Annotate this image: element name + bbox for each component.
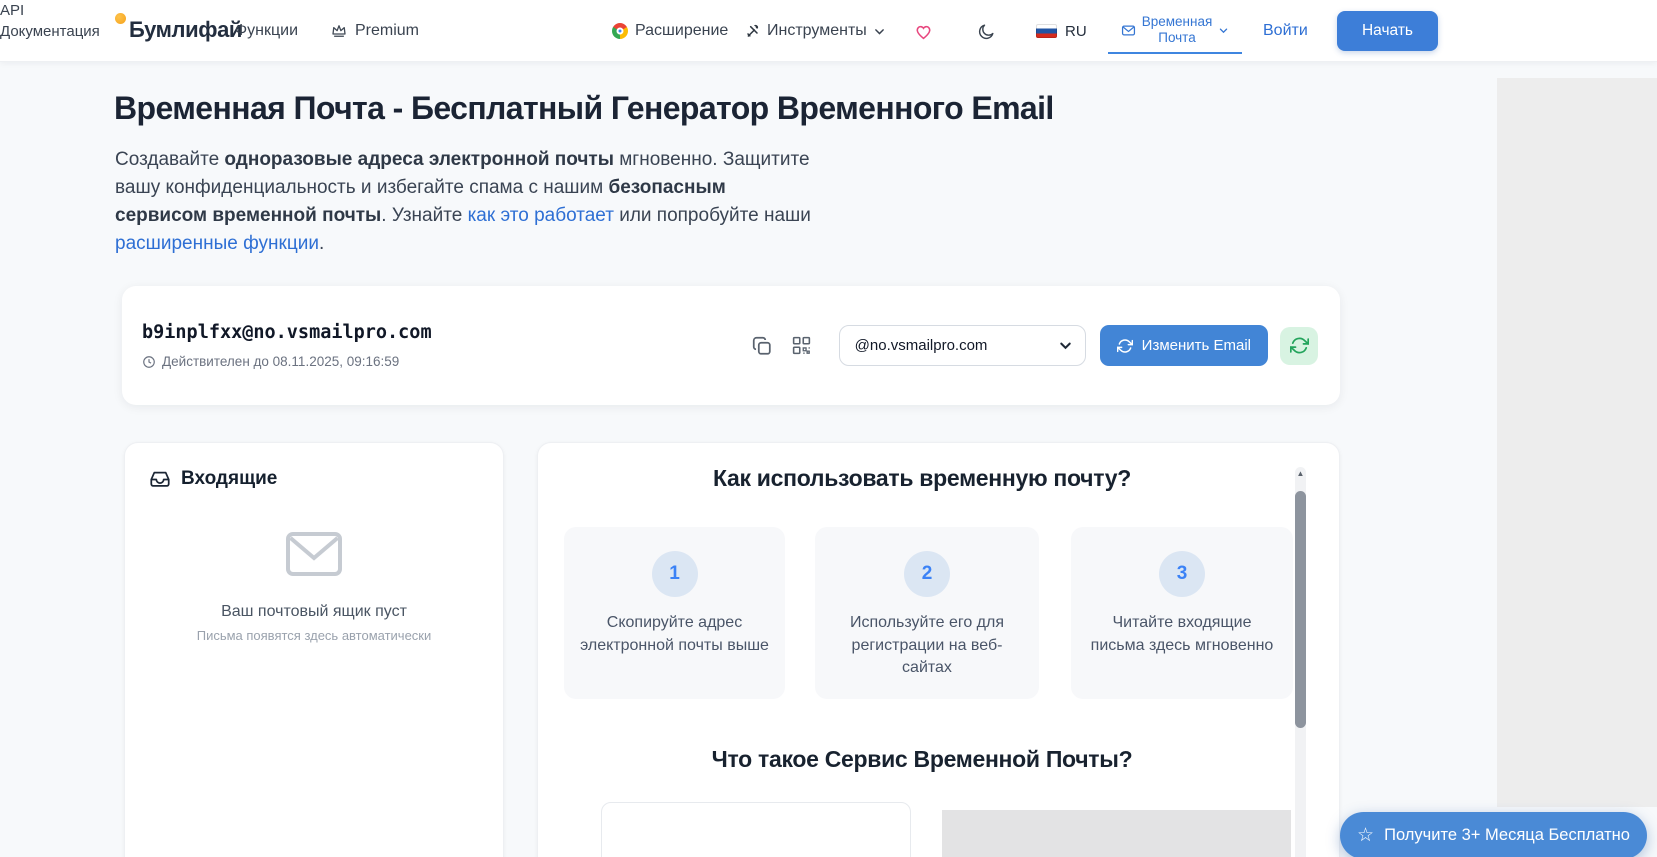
start-button[interactable]: Начать bbox=[1337, 11, 1438, 51]
nav-temp-mail-line1: Временная bbox=[1141, 14, 1213, 29]
brand-logo[interactable]: Бумлифай bbox=[129, 17, 242, 43]
qr-code-icon bbox=[791, 335, 812, 356]
intro-text: мгновенно. Защитите bbox=[613, 149, 810, 170]
navbar: Бумлифай Функции Premium API Документаци… bbox=[0, 0, 1657, 62]
page: Бумлифай Функции Premium API Документаци… bbox=[0, 0, 1657, 857]
inbox-empty-subtitle: Письма появятся здесь автоматически bbox=[196, 628, 432, 643]
email-validity: Действителен до 08.11.2025, 09:16:59 bbox=[142, 354, 749, 369]
about-card bbox=[601, 802, 911, 857]
change-email-button[interactable]: Изменить Email bbox=[1099, 325, 1268, 366]
inbox-card: Входящие Ваш почтовый ящик пуст Письма п… bbox=[124, 442, 504, 857]
step-number-badge: 3 bbox=[1159, 551, 1205, 597]
email-address-card: b9inplfxx@no.vsmailpro.com Действителен … bbox=[122, 286, 1340, 405]
email-validity-label: Действителен до 08.11.2025, 09:16:59 bbox=[162, 354, 400, 369]
how-it-works-link[interactable]: как это работает bbox=[468, 205, 614, 226]
cta-label: Получите 3+ Месяца Бесплатно bbox=[1384, 826, 1630, 844]
clock-icon bbox=[142, 355, 156, 369]
free-months-cta-button[interactable]: ☆ Получите 3+ Месяца Бесплатно bbox=[1340, 812, 1647, 857]
refresh-icon bbox=[1289, 336, 1309, 355]
intro-text: . Узнайте bbox=[381, 205, 468, 226]
heart-icon bbox=[913, 21, 934, 42]
inbox-empty-state: Ваш почтовый ящик пуст Письма появятся з… bbox=[125, 490, 503, 643]
nav-extension[interactable]: Расширение bbox=[612, 0, 728, 62]
chevron-down-icon bbox=[1218, 25, 1229, 36]
nav-tools-label: Инструменты bbox=[767, 22, 867, 39]
nav-tools-menu[interactable]: Инструменты bbox=[745, 0, 886, 62]
step-card-3: 3 Читайте входящие письма здесь мгновенн… bbox=[1071, 527, 1293, 699]
scrollbar-thumb[interactable] bbox=[1295, 491, 1306, 728]
advanced-features-link[interactable]: расширенные функции bbox=[115, 233, 319, 254]
refresh-inbox-button[interactable] bbox=[1280, 326, 1318, 365]
chevron-down-icon bbox=[873, 25, 886, 38]
intro-text: или попробуйте наши bbox=[613, 205, 811, 226]
qr-code-button[interactable] bbox=[789, 333, 815, 359]
nav-premium-label: Premium bbox=[355, 22, 420, 39]
chevron-down-icon bbox=[1058, 338, 1073, 353]
envelope-icon bbox=[286, 532, 342, 576]
dark-mode-toggle[interactable] bbox=[977, 0, 996, 62]
nav-extension-label: Расширение bbox=[635, 22, 729, 39]
intro-text: Создавайте bbox=[115, 149, 225, 170]
step-text: Скопируйте адрес электронной почты выше bbox=[580, 614, 769, 654]
step-number-badge: 1 bbox=[651, 551, 698, 597]
domain-selected-value: @no.vsmailpro.com bbox=[854, 337, 988, 354]
step-card-1: 1 Скопируйте адрес электронной почты выш… bbox=[564, 527, 785, 699]
copy-email-button[interactable] bbox=[749, 333, 775, 359]
inbox-empty-title: Ваш почтовый ящик пуст bbox=[221, 603, 407, 620]
moon-icon bbox=[977, 22, 996, 41]
intro-text: вашу конфиденциальность и избегайте спам… bbox=[115, 177, 609, 198]
domain-select[interactable]: @no.vsmailpro.com bbox=[838, 325, 1086, 366]
image-placeholder bbox=[942, 810, 1291, 857]
login-label: Войти bbox=[1263, 22, 1308, 39]
crown-icon bbox=[330, 22, 348, 40]
nav-features[interactable]: Функции bbox=[235, 0, 298, 62]
envelope-icon bbox=[1121, 23, 1136, 38]
nav-features-label: Функции bbox=[235, 22, 299, 39]
change-email-label: Изменить Email bbox=[1141, 337, 1251, 354]
how-to-card: Как использовать временную почту? 1 Скоп… bbox=[537, 442, 1340, 857]
language-label: RU bbox=[1065, 22, 1087, 40]
intro-bold: безопасным bbox=[608, 177, 726, 198]
step-text: Читайте входящие письма здесь мгновенно bbox=[1090, 614, 1274, 654]
about-title: Что такое Сервис Временной Почты? bbox=[711, 746, 1133, 772]
favorites-heart-button[interactable] bbox=[913, 0, 934, 62]
email-address-block: b9inplfxx@no.vsmailpro.com Действителен … bbox=[142, 322, 749, 369]
language-switcher[interactable]: RU bbox=[1036, 0, 1087, 62]
step-card-2: 2 Используйте его для регистрации на веб… bbox=[815, 527, 1039, 699]
ad-placeholder bbox=[1497, 78, 1657, 807]
intro-bold: сервисом временной почты bbox=[115, 205, 382, 226]
chrome-icon bbox=[612, 23, 628, 39]
step-number-badge: 2 bbox=[904, 551, 950, 597]
inbox-icon bbox=[149, 468, 171, 490]
star-icon: ☆ bbox=[1357, 825, 1375, 846]
page-title: Временная Почта - Бесплатный Генератор В… bbox=[114, 90, 1054, 126]
intro-bold: одноразовые адреса электронной почты bbox=[224, 149, 614, 170]
nav-temp-mail-line2: Почта bbox=[1158, 30, 1196, 45]
brand-dot-icon bbox=[115, 13, 126, 24]
scroll-up-icon[interactable]: ▲ bbox=[1295, 469, 1306, 478]
nav-premium[interactable]: Premium bbox=[330, 0, 419, 62]
nav-temp-mail-active[interactable]: Временная Почта bbox=[1108, 8, 1242, 54]
intro-text: . bbox=[318, 233, 325, 254]
email-address[interactable]: b9inplfxx@no.vsmailpro.com bbox=[142, 322, 749, 343]
login-link[interactable]: Войти bbox=[1263, 0, 1308, 62]
tools-icon bbox=[745, 23, 761, 39]
flag-ru-icon bbox=[1036, 24, 1057, 38]
inbox-header: Входящие bbox=[125, 443, 503, 490]
step-text: Используйте его для регистрации на веб-с… bbox=[849, 614, 1005, 676]
copy-icon bbox=[751, 335, 773, 357]
refresh-icon bbox=[1116, 338, 1133, 354]
inbox-title: Входящие bbox=[181, 468, 278, 489]
how-to-title: Как использовать временную почту? bbox=[713, 465, 1131, 491]
hero-intro: Создавайте одноразовые адреса электронно… bbox=[115, 146, 915, 258]
